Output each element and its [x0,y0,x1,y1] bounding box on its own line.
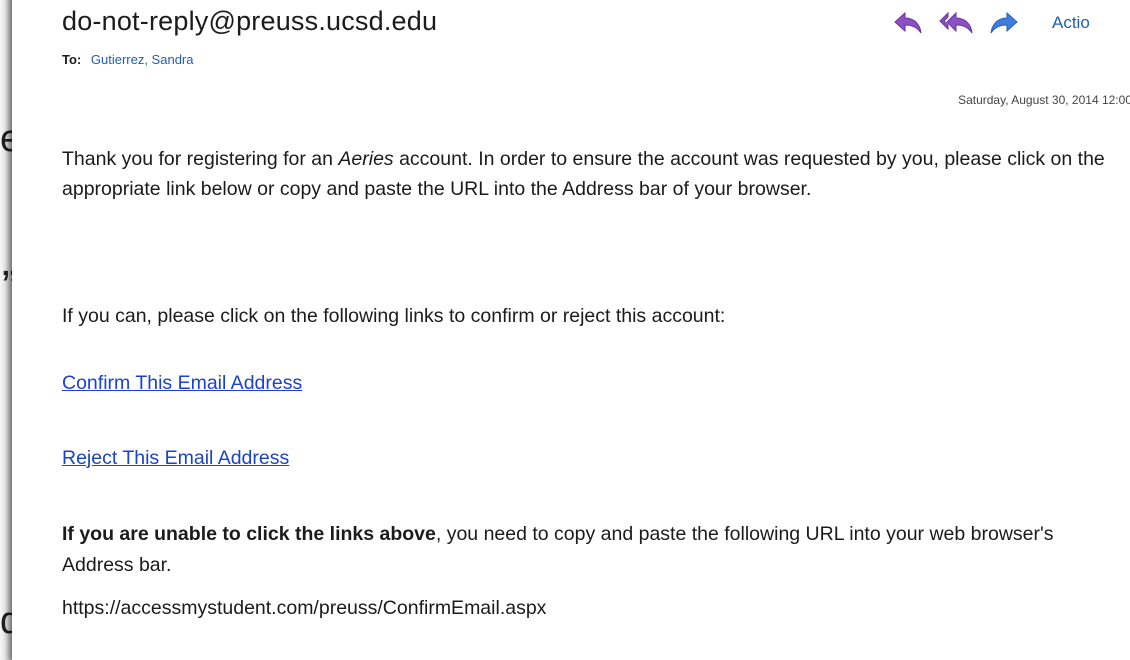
intro-text-start: Thank you for registering for an [62,148,339,170]
reply-button[interactable] [894,9,922,37]
reply-all-button[interactable] [939,9,973,37]
reply-icon [894,11,922,35]
email-reading-pane: do-not-reply@preuss.ucsd.edu To: Gutierr… [12,0,1130,660]
reject-email-link[interactable]: Reject This Email Address [62,447,289,470]
forward-button[interactable] [990,9,1018,37]
confirm-url-text: https://accessmystudent.com/preuss/Confi… [62,597,547,619]
reply-all-icon [939,11,973,35]
aeries-text: Aeries [338,148,394,170]
body-paragraph-instructions: If you can, please click on the followin… [62,305,726,327]
confirm-email-link[interactable]: Confirm This Email Address [62,372,302,395]
sender-address: do-not-reply@preuss.ucsd.edu [62,6,438,36]
to-label: To: [62,52,82,67]
body-paragraph-intro: Thank you for registering for an Aeries … [62,144,1122,204]
recipient-row: To: Gutierrez, Sandra [62,52,193,67]
recipient-name[interactable]: Gutierrez, Sandra [91,52,194,67]
body-paragraph-fallback: If you are unable to click the links abo… [62,519,1122,581]
message-toolbar: Actio [894,8,1090,38]
actions-menu[interactable]: Actio [1052,13,1090,33]
sent-date: Saturday, August 30, 2014 12:00 [958,93,1130,107]
forward-icon [990,11,1018,35]
fallback-bold-text: If you are unable to click the links abo… [62,523,436,545]
